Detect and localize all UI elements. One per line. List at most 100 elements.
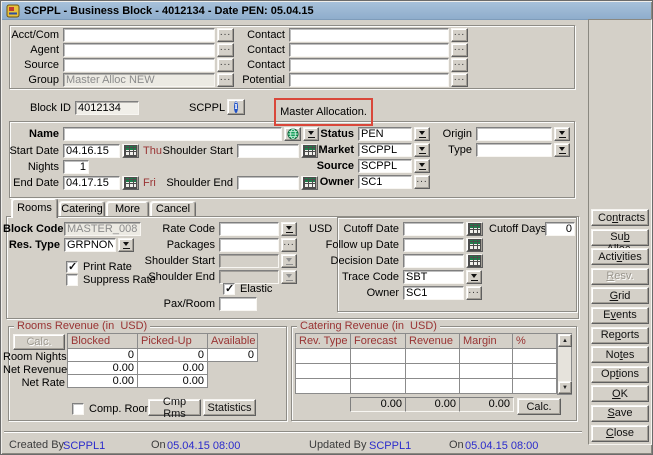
status-dropdown-button[interactable]	[414, 127, 430, 141]
cmp-rms-button[interactable]: Cmp Rms	[148, 399, 201, 416]
trace-code-input[interactable]	[403, 270, 464, 284]
catering-revenue-cell[interactable]	[405, 363, 460, 379]
follow-up-date-input[interactable]	[403, 238, 464, 252]
acct-com-input[interactable]	[63, 28, 215, 42]
block-id-input[interactable]	[75, 101, 139, 115]
shoulder-start-input[interactable]	[237, 144, 299, 158]
catering-revenue-cell[interactable]	[295, 348, 351, 364]
cutoff-date-input[interactable]	[403, 222, 464, 236]
catering-revenue-cell[interactable]	[405, 378, 460, 394]
end-date-calendar-button[interactable]	[122, 176, 139, 190]
pax-room-input[interactable]	[219, 297, 257, 311]
rooms-calc-button[interactable]: Calc.	[13, 334, 65, 350]
packages-lov-button ellipsis-icon[interactable]	[281, 238, 297, 252]
group-input[interactable]	[63, 73, 215, 87]
rooms-shoulder-start-input[interactable]	[219, 254, 279, 268]
sidebar-button-notes[interactable]: Notes	[591, 346, 649, 363]
origin-dropdown-button[interactable]	[554, 127, 570, 141]
name-input[interactable]	[63, 127, 282, 141]
potential-lov-button ellipsis-icon[interactable]	[451, 73, 468, 87]
scroll-up-button scroll-up-icon[interactable]: ▲	[558, 334, 572, 347]
potential-input[interactable]	[289, 73, 449, 87]
sidebar-button-contracts[interactable]: Contracts	[591, 209, 649, 226]
sidebar-button-grid[interactable]: Grid	[591, 287, 649, 304]
type-dropdown-button[interactable]	[554, 143, 570, 157]
source-lov-button ellipsis-icon[interactable]	[217, 58, 234, 72]
sidebar-button-sub-alloc[interactable]: Sub Alloc.	[591, 229, 649, 246]
contact-1-input[interactable]	[289, 28, 449, 42]
trace-code-dropdown-button[interactable]	[466, 270, 482, 284]
source-code-input[interactable]	[358, 159, 412, 173]
rooms-shoulder-end-dropdown-button[interactable]	[281, 270, 297, 284]
name-globe-button[interactable]	[284, 127, 301, 141]
catering-revenue-cell[interactable]	[405, 348, 460, 364]
tab-cancel[interactable]: Cancel	[150, 201, 196, 216]
agent-input[interactable]	[63, 43, 215, 57]
cutoff-days-input[interactable]	[545, 222, 575, 236]
sidebar-button-resv[interactable]: Resv.	[591, 268, 649, 285]
agent-lov-button ellipsis-icon[interactable]	[217, 43, 234, 57]
sidebar-button-reports[interactable]: Reports	[591, 327, 649, 344]
res-type-input[interactable]	[64, 238, 116, 252]
decision-date-input[interactable]	[403, 254, 464, 268]
owner-lov-button ellipsis-icon[interactable]	[414, 175, 430, 189]
market-input[interactable]	[358, 143, 412, 157]
catering-revenue-cell[interactable]	[350, 348, 406, 364]
contact-2-lov-button ellipsis-icon[interactable]	[451, 43, 468, 57]
catering-revenue-cell[interactable]	[295, 363, 351, 379]
nights-input[interactable]	[63, 160, 89, 174]
contact-3-input[interactable]	[289, 58, 449, 72]
catering-revenue-cell[interactable]	[512, 378, 557, 394]
origin-input[interactable]	[476, 127, 552, 141]
contact-3-lov-button ellipsis-icon[interactable]	[451, 58, 468, 72]
catering-revenue-cell[interactable]	[459, 348, 513, 364]
end-date-input[interactable]	[63, 176, 120, 190]
status-input[interactable]	[358, 127, 412, 141]
rooms-shoulder-start-dropdown-button[interactable]	[281, 254, 297, 268]
owner-input[interactable]	[358, 175, 412, 189]
tab-more[interactable]: More	[106, 201, 149, 216]
rate-code-input[interactable]	[219, 222, 279, 236]
suppress-rate-checkbox[interactable]	[66, 274, 78, 286]
type-input[interactable]	[476, 143, 552, 157]
rooms-owner-lov-button ellipsis-icon[interactable]	[466, 286, 482, 300]
rooms-owner-input[interactable]	[403, 286, 464, 300]
group-lov-button ellipsis-icon[interactable]	[217, 73, 234, 87]
catering-revenue-cell[interactable]	[459, 378, 513, 394]
statistics-button[interactable]: Statistics	[203, 399, 256, 416]
sidebar-button-activities[interactable]: Activities	[591, 248, 649, 265]
market-dropdown-button[interactable]	[414, 143, 430, 157]
print-rate-checkbox[interactable]	[66, 261, 78, 273]
catering-calc-button[interactable]: Calc.	[517, 398, 561, 415]
comp-rooms-checkbox[interactable]	[72, 403, 84, 415]
catering-revenue-cell[interactable]	[295, 378, 351, 394]
sidebar-button-events[interactable]: Events	[591, 307, 649, 324]
block-code-input[interactable]	[64, 222, 141, 236]
cutoff-date-calendar-button[interactable]	[466, 222, 483, 236]
catering-revenue-cell[interactable]	[512, 348, 557, 364]
sidebar-button-options[interactable]: Options	[591, 366, 649, 383]
catering-revenue-cell[interactable]	[350, 378, 406, 394]
contact-1-lov-button ellipsis-icon[interactable]	[451, 28, 468, 42]
sidebar-button-ok[interactable]: OK	[591, 385, 649, 402]
contact-2-input[interactable]	[289, 43, 449, 57]
shoulder-end-input[interactable]	[237, 176, 299, 190]
follow-up-date-calendar-button[interactable]	[466, 238, 483, 252]
source-dropdown-button[interactable]	[414, 159, 430, 173]
property-info-button[interactable]: i	[227, 99, 245, 115]
sidebar-button-close[interactable]: Close	[591, 425, 649, 442]
rate-code-dropdown-button[interactable]	[281, 222, 297, 236]
catering-revenue-cell[interactable]	[459, 363, 513, 379]
catering-revenue-cell[interactable]	[350, 363, 406, 379]
sidebar-button-save[interactable]: Save	[591, 405, 649, 422]
tab-catering[interactable]: Catering	[59, 201, 105, 216]
decision-date-calendar-button[interactable]	[466, 254, 483, 268]
packages-input[interactable]	[219, 238, 279, 252]
scroll-down-button scroll-down-icon[interactable]: ▼	[558, 381, 572, 394]
source-input[interactable]	[63, 58, 215, 72]
acct-com-lov-button ellipsis-icon[interactable]	[217, 28, 234, 42]
tab-rooms[interactable]: Rooms	[11, 198, 58, 218]
start-date-calendar-button[interactable]	[122, 144, 139, 158]
catering-revenue-cell[interactable]	[512, 363, 557, 379]
elastic-checkbox[interactable]	[223, 283, 235, 295]
